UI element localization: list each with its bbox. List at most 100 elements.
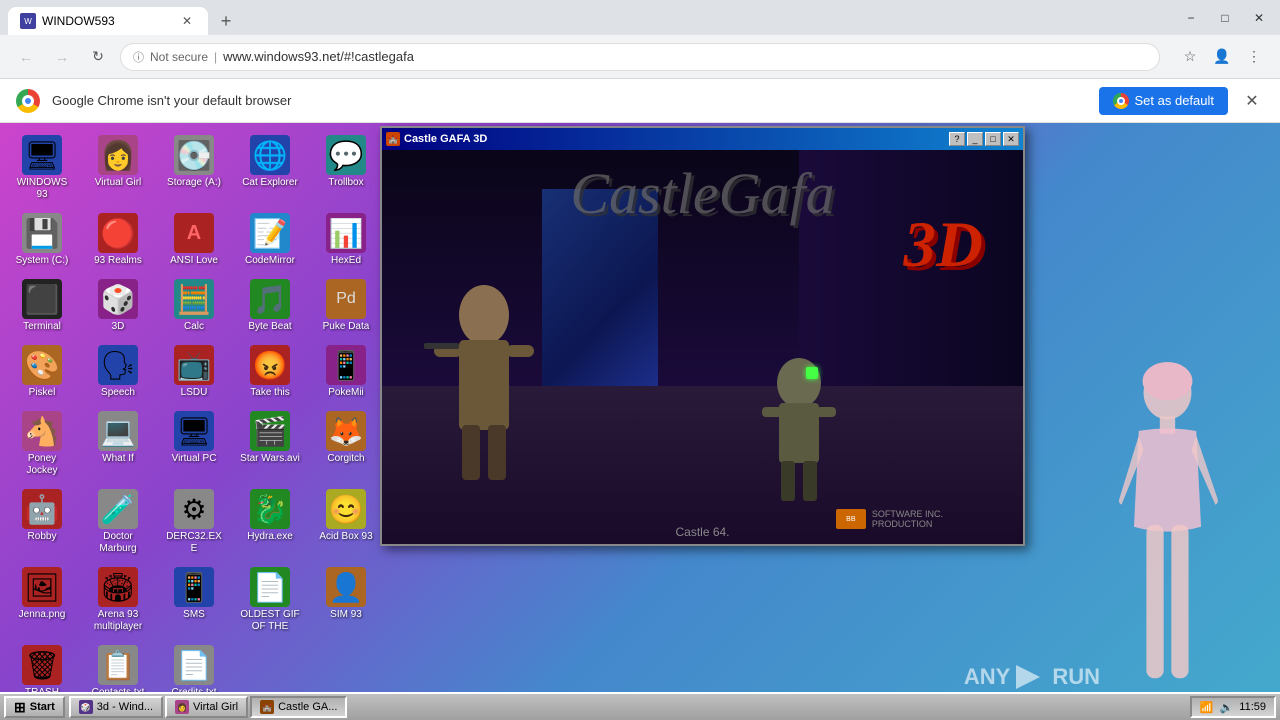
- taskbar-item-castle[interactable]: 🏰 Castle GA...: [250, 696, 347, 718]
- derc32exe-icon: ⚙: [174, 489, 214, 529]
- new-tab-button[interactable]: +: [212, 7, 240, 35]
- icon-acid-box[interactable]: 😊 Acid Box 93: [312, 485, 380, 559]
- castle-close-button[interactable]: ✕: [1003, 132, 1019, 146]
- anyrun-run: RUN: [1052, 664, 1100, 690]
- icon-puke-data[interactable]: Pd Puke Data: [312, 275, 380, 337]
- icon-93-realms[interactable]: 🔴 93 Realms: [84, 209, 152, 271]
- browser-tab[interactable]: W WINDOW593 ✕: [8, 7, 208, 35]
- pokemii-label: PokeMii: [328, 387, 364, 399]
- trollbox-label: Trollbox: [328, 177, 363, 189]
- tab-close-button[interactable]: ✕: [178, 12, 196, 30]
- icon-take-this[interactable]: 😡 Take this: [236, 341, 304, 403]
- icon-hexed[interactable]: 📊 HexEd: [312, 209, 380, 271]
- icon-star-wars[interactable]: 🎬 Star Wars.avi: [236, 407, 304, 481]
- corgitch-icon: 🦊: [326, 411, 366, 451]
- castle-title-icon: 🏰: [386, 132, 400, 146]
- taskbar-castle-icon: 🏰: [260, 700, 274, 714]
- icon-system-c[interactable]: 💾 System (C:): [8, 209, 76, 271]
- icon-oldest-gif[interactable]: 📄 OLDEST GIF OF THE: [236, 563, 304, 637]
- taskbar-systray: 📶 🔊 11:59: [1190, 696, 1276, 718]
- icon-3d[interactable]: 🎲 3D: [84, 275, 152, 337]
- castle-game-content[interactable]: CastleGafa 3D: [382, 150, 1023, 544]
- profile-button[interactable]: 👤: [1208, 43, 1236, 71]
- icon-codemirror[interactable]: 📝 CodeMirror: [236, 209, 304, 271]
- icon-sim93[interactable]: 👤 SIM 93: [312, 563, 380, 637]
- byte-beat-label: Byte Beat: [248, 321, 291, 333]
- refresh-button[interactable]: ↻: [84, 43, 112, 71]
- browser-maximize-button[interactable]: □: [1212, 5, 1238, 31]
- icon-jenna-png[interactable]: 🖼 Jenna.png: [8, 563, 76, 637]
- system-c-label: System (C:): [16, 255, 69, 267]
- icon-what-if[interactable]: 💻 What If: [84, 407, 152, 481]
- icon-robby[interactable]: 🤖 Robby: [8, 485, 76, 559]
- icon-terminal[interactable]: ⬛ Terminal: [8, 275, 76, 337]
- icon-storage-a[interactable]: 💽 Storage (A:): [160, 131, 228, 205]
- codemirror-label: CodeMirror: [245, 255, 295, 267]
- robby-label: Robby: [28, 531, 57, 543]
- address-input[interactable]: ⓘ Not secure | www.windows93.net/#!castl…: [120, 43, 1160, 71]
- set-default-icon: [1113, 93, 1129, 109]
- taskbar-item-3d[interactable]: 🎲 3d - Wind...: [69, 696, 163, 718]
- icon-ansi-love[interactable]: A ANSI Love: [160, 209, 228, 271]
- icon-hydra-exe[interactable]: 🐉 Hydra.exe: [236, 485, 304, 559]
- set-default-inner: [1117, 97, 1125, 105]
- storage-a-label: Storage (A:): [167, 177, 221, 189]
- set-default-button[interactable]: Set as default: [1099, 87, 1229, 115]
- lsdu-label: LSDU: [181, 387, 208, 399]
- codemirror-icon: 📝: [250, 213, 290, 253]
- icon-pokemii[interactable]: 📱 PokeMii: [312, 341, 380, 403]
- taskbar-items: 🎲 3d - Wind... 👩 Virtal Girl 🏰 Castle GA…: [69, 696, 1186, 718]
- virtual-pc-label: Virtual PC: [172, 453, 217, 465]
- time-display: 11:59: [1239, 701, 1266, 713]
- wifi-icon: 📶: [1200, 701, 1214, 714]
- oldest-gif-label: OLDEST GIF OF THE: [240, 609, 300, 633]
- icon-corgitch[interactable]: 🦊 Corgitch: [312, 407, 380, 481]
- icon-trollbox[interactable]: 💬 Trollbox: [312, 131, 380, 205]
- icon-windows93[interactable]: 🖥 WINDOWS 93: [8, 131, 76, 205]
- software-credit-text: SOFTWARE INC. PRODUCTION: [872, 509, 943, 529]
- browser-minimize-button[interactable]: −: [1178, 5, 1204, 31]
- taskbar-item-virtal-girl[interactable]: 👩 Virtal Girl: [165, 696, 248, 718]
- icon-cat-explorer[interactable]: 🌐 Cat Explorer: [236, 131, 304, 205]
- virtual-girl-icon: 👩: [98, 135, 138, 175]
- icon-doctor-marburg[interactable]: 🧪 Doctor Marburg: [84, 485, 152, 559]
- forward-button[interactable]: →: [48, 43, 76, 71]
- ansi-love-icon: A: [174, 213, 214, 253]
- icon-poney-jockey[interactable]: 🐴 Poney Jockey: [8, 407, 76, 481]
- lsdu-icon: 📺: [174, 345, 214, 385]
- what-if-icon: 💻: [98, 411, 138, 451]
- icon-calc[interactable]: 🧮 Calc: [160, 275, 228, 337]
- start-icon: ⊞: [14, 699, 26, 716]
- castle-help-button[interactable]: ?: [949, 132, 965, 146]
- icon-piskel[interactable]: 🎨 Piskel: [8, 341, 76, 403]
- icon-virtual-girl[interactable]: 👩 Virtual Girl: [84, 131, 152, 205]
- piskel-label: Piskel: [29, 387, 56, 399]
- taskbar-virtal-label: Virtal Girl: [193, 701, 238, 713]
- notification-close-button[interactable]: ✕: [1240, 89, 1264, 113]
- virtual-pc-icon: 🖥: [174, 411, 214, 451]
- bookmark-button[interactable]: ☆: [1176, 43, 1204, 71]
- browser-close-button[interactable]: ✕: [1246, 5, 1272, 31]
- castle-minimize-button[interactable]: _: [967, 132, 983, 146]
- start-button[interactable]: ⊞ Start: [4, 696, 65, 718]
- castle-window[interactable]: 🏰 Castle GAFA 3D ? _ □ ✕: [380, 126, 1025, 546]
- icon-byte-beat[interactable]: 🎵 Byte Beat: [236, 275, 304, 337]
- storage-a-icon: 💽: [174, 135, 214, 175]
- player-character: [414, 265, 554, 485]
- menu-button[interactable]: ⋮: [1240, 43, 1268, 71]
- robby-icon: 🤖: [22, 489, 62, 529]
- taskbar-castle-label: Castle GA...: [278, 701, 337, 713]
- castle-maximize-button[interactable]: □: [985, 132, 1001, 146]
- corgitch-label: Corgitch: [327, 453, 364, 465]
- back-button[interactable]: ←: [12, 43, 40, 71]
- icon-derc32exe[interactable]: ⚙ DERC32.EXE: [160, 485, 228, 559]
- icon-virtual-pc[interactable]: 🖥 Virtual PC: [160, 407, 228, 481]
- start-label: Start: [30, 701, 55, 713]
- icon-arena-93[interactable]: 🏟 Arena 93 multiplayer: [84, 563, 152, 637]
- icon-lsdu[interactable]: 📺 LSDU: [160, 341, 228, 403]
- icon-speech[interactable]: 🗣 Speech: [84, 341, 152, 403]
- doctor-marburg-label: Doctor Marburg: [88, 531, 148, 555]
- icon-sms[interactable]: 📱 SMS: [160, 563, 228, 637]
- sim93-icon: 👤: [326, 567, 366, 607]
- browser-frame: W WINDOW593 ✕ + − □ ✕ ← → ↻ ⓘ Not secure…: [0, 0, 1280, 720]
